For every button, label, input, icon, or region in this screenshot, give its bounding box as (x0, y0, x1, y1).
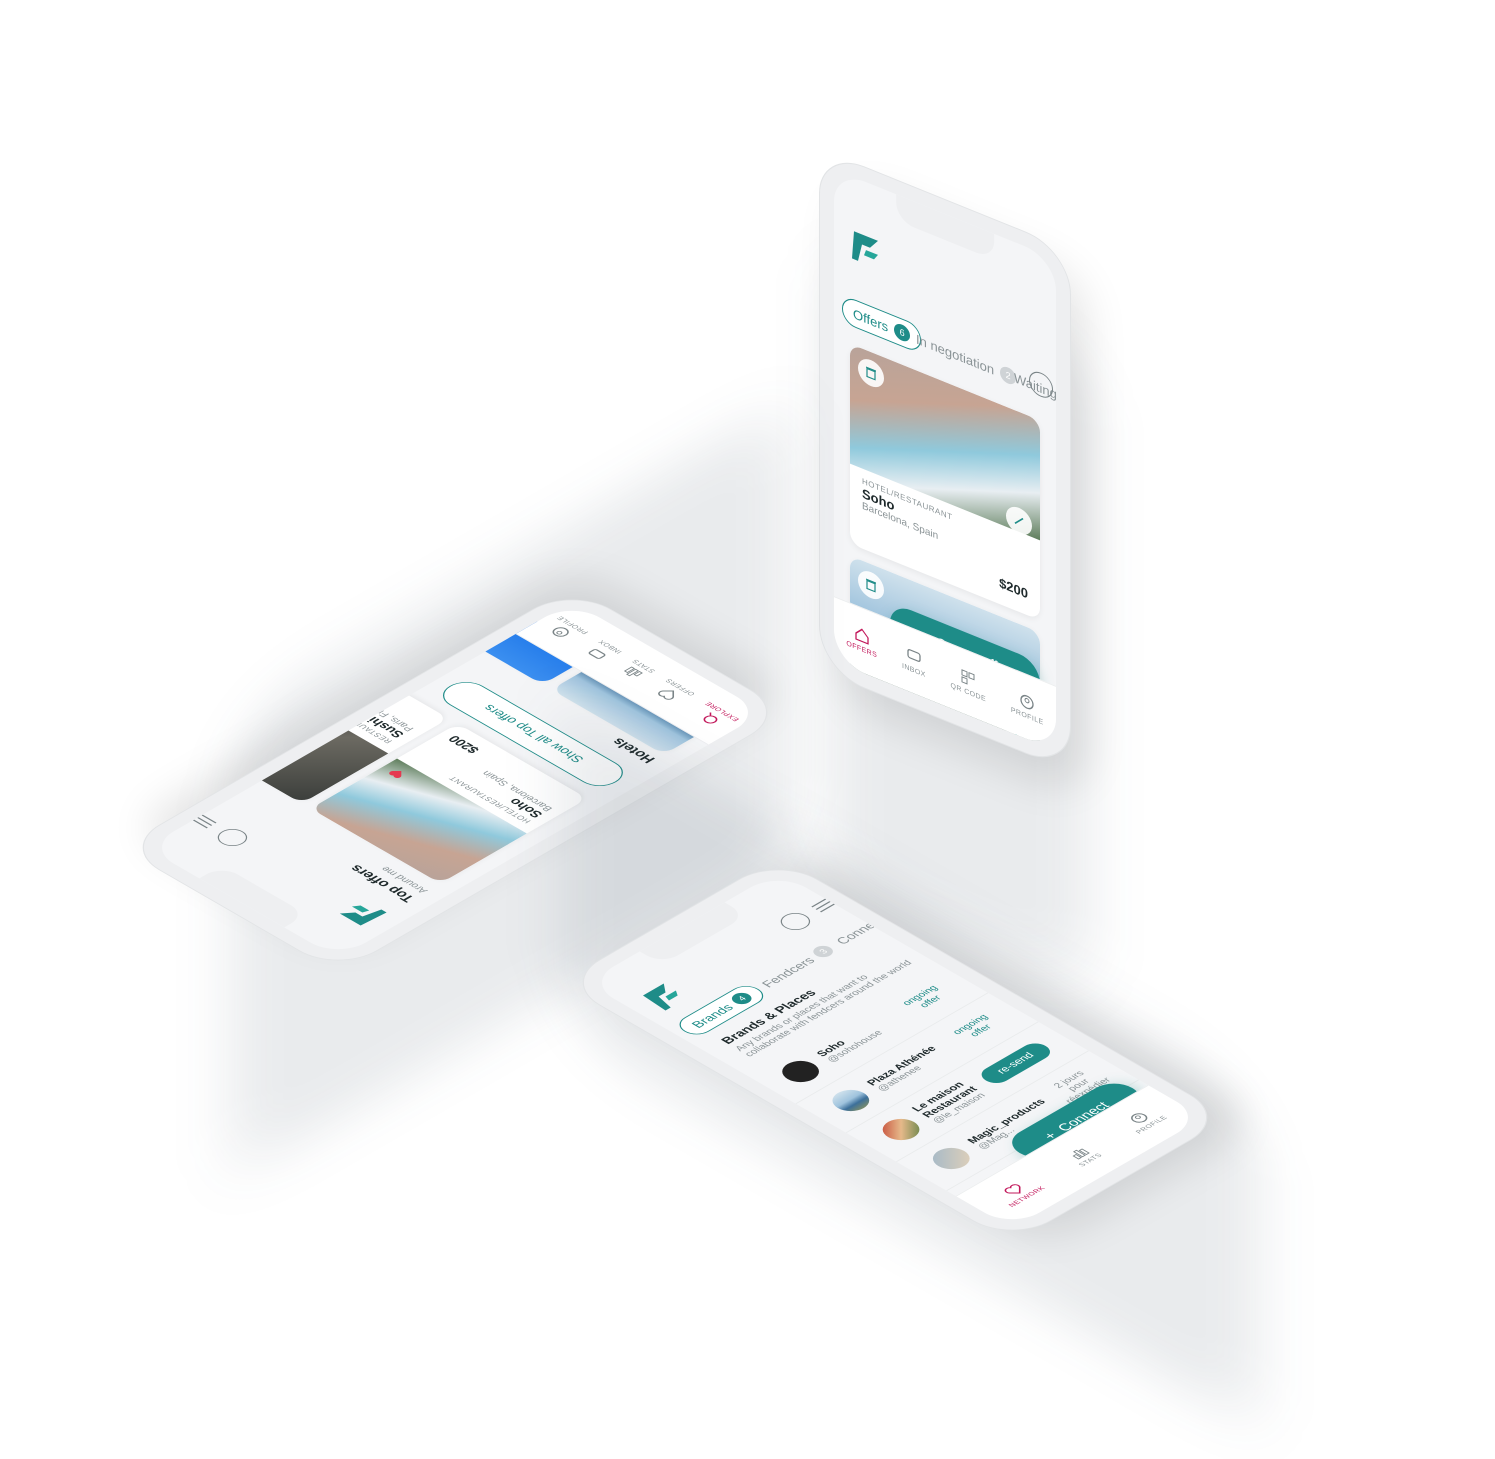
avatar (925, 1143, 978, 1174)
row-status: ongoing offer (950, 1013, 995, 1039)
avatar (824, 1085, 877, 1116)
offer-price: $200 (999, 574, 1028, 602)
nav-stats[interactable]: STATS (615, 658, 657, 683)
avatar (875, 1114, 928, 1145)
offers-screen: Offers 6 In negotiation 2 Waiting for p … (834, 169, 1056, 751)
filter-icon[interactable] (806, 896, 841, 916)
nav-profile[interactable]: PROFILE (1011, 688, 1044, 727)
nav-network[interactable]: NETWORK (991, 1176, 1047, 1208)
app-logo-icon (339, 905, 387, 926)
offers-phone: Offers 6 In negotiation 2 Waiting for p … (820, 149, 1070, 771)
add-users-icon[interactable] (1029, 367, 1053, 402)
nav-inbox[interactable]: INBOX (581, 639, 624, 664)
tab-fendcers[interactable]: Fendcers 3 (757, 943, 838, 989)
app-logo-icon (642, 983, 678, 1011)
nav-inbox[interactable]: INBOX (902, 644, 926, 679)
nav-stats[interactable]: STATS (1061, 1143, 1104, 1168)
brands-count-badge: 4 (728, 990, 756, 1007)
network-screen: Brands 4 Fendcers 3 Connecters 1 Brands … (585, 871, 1205, 1229)
nav-explore[interactable]: EXPLORE (688, 700, 741, 731)
nav-qr-code[interactable]: QR CODE (951, 663, 986, 704)
nav-profile[interactable]: PROFILE (539, 615, 590, 644)
app-logo-icon (852, 231, 878, 261)
phone-notch (199, 865, 307, 928)
add-users-icon[interactable] (211, 825, 254, 850)
fendcers-count-badge: 3 (809, 943, 838, 960)
offers-count-badge: 6 (894, 321, 911, 344)
nav-offers[interactable]: OFFERS (846, 621, 877, 660)
nav-profile[interactable]: PROFILE (1118, 1106, 1169, 1135)
phone-notch (896, 194, 994, 260)
avatar (774, 1056, 827, 1087)
add-users-icon[interactable] (774, 909, 817, 934)
nav-offers[interactable]: OFFERS (648, 677, 697, 705)
row-status: ongoing offer (900, 984, 945, 1010)
offer-price: $200 (444, 733, 483, 756)
filter-icon[interactable] (187, 812, 222, 832)
